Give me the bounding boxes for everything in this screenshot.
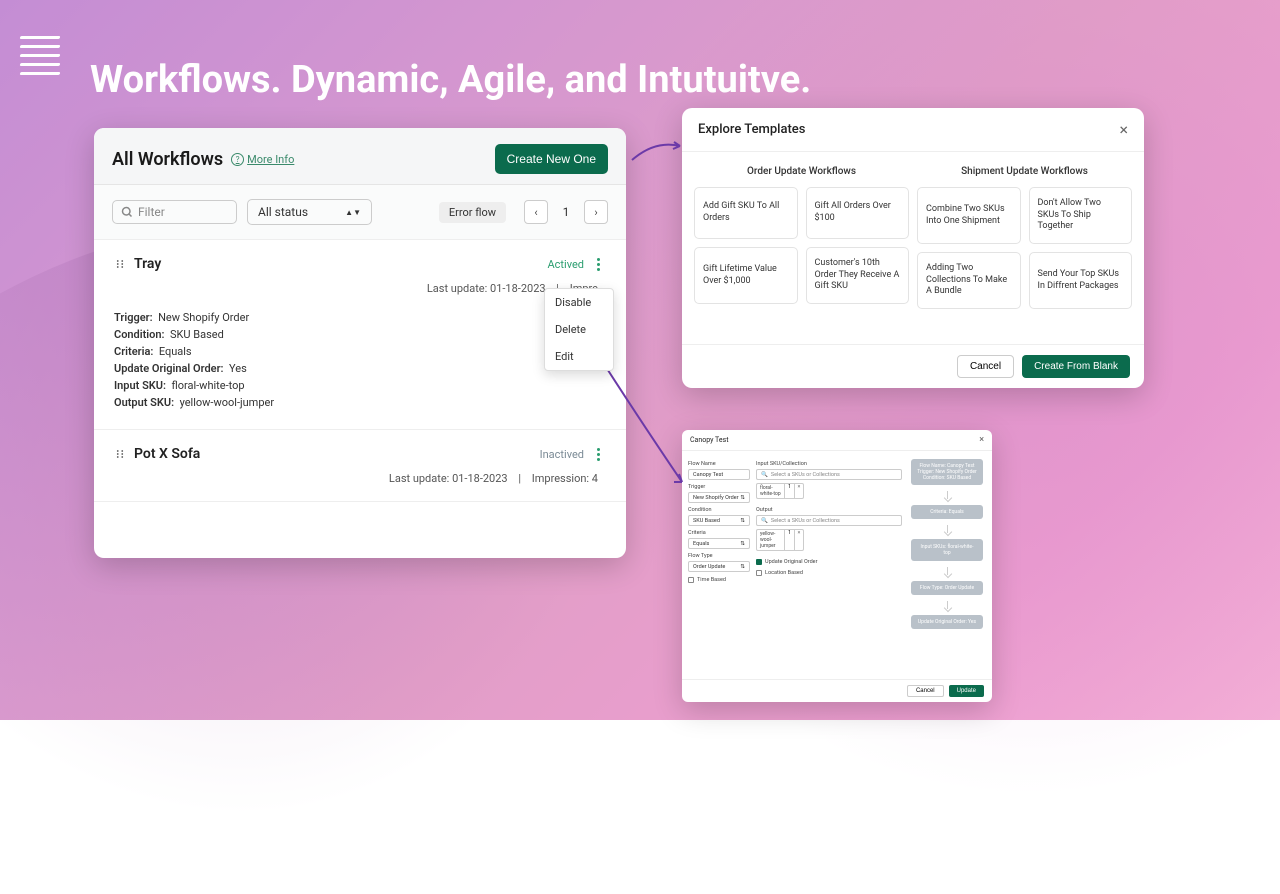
template-card[interactable]: Adding Two Collections To Make A Bundle xyxy=(917,252,1021,309)
update-original-checkbox[interactable]: Update Original Order xyxy=(756,559,902,565)
cancel-button[interactable]: Cancel xyxy=(957,355,1014,378)
editor-title: Canopy Test xyxy=(690,436,728,444)
card-menu-popup: Disable Delete Edit xyxy=(544,288,614,371)
workflow-diagram: Flow Name: Canopy Test Trigger: New Shop… xyxy=(908,457,986,673)
status-badge: Actived xyxy=(547,258,584,271)
workflow-card-potxsofa: Pot X Sofa Inactived Last update: 01-18-… xyxy=(94,430,626,502)
qty-stepper[interactable]: 1 xyxy=(785,530,795,550)
menu-disable[interactable]: Disable xyxy=(545,289,613,316)
next-page-button[interactable]: › xyxy=(584,200,608,224)
criteria-select[interactable]: Equals⇅ xyxy=(688,538,750,549)
condition-select[interactable]: SKU Based⇅ xyxy=(688,515,750,526)
template-card[interactable]: Add Gift SKU To All Orders xyxy=(694,187,798,239)
create-new-button[interactable]: Create New One xyxy=(495,144,608,174)
close-icon[interactable]: × xyxy=(979,435,984,445)
workflows-panel: All Workflows More Info Create New One F… xyxy=(94,128,626,558)
create-from-blank-button[interactable]: Create From Blank xyxy=(1022,355,1130,378)
template-card[interactable]: Customer's 10th Order They Receive A Gif… xyxy=(806,247,910,304)
output-sku-tag: yellow-wool-jumper 1 × xyxy=(756,529,804,551)
output-sku-search[interactable]: 🔍 Select a SKUs or Collections xyxy=(756,515,902,526)
modal-title: Explore Templates xyxy=(698,122,805,137)
card-menu-button[interactable] xyxy=(590,446,606,462)
last-update: Last update: 01-18-2023 xyxy=(389,472,508,485)
impression: Impression: 4 xyxy=(532,472,598,485)
more-info-link[interactable]: More Info xyxy=(231,153,294,166)
trigger-select[interactable]: New Shopify Order⇅ xyxy=(688,492,750,503)
menu-delete[interactable]: Delete xyxy=(545,316,613,343)
explore-templates-modal: Explore Templates × Order Update Workflo… xyxy=(682,108,1144,388)
error-flow-button[interactable]: Error flow xyxy=(439,202,506,223)
filter-input[interactable]: Filter xyxy=(112,200,237,224)
input-sku-search[interactable]: 🔍 Select a SKUs or Collections xyxy=(756,469,902,480)
decorative-lines xyxy=(20,30,60,81)
timebased-checkbox[interactable]: Time Based xyxy=(688,577,750,583)
flowtype-select[interactable]: Order Update⇅ xyxy=(688,561,750,572)
workflow-name: Pot X Sofa xyxy=(134,446,200,462)
workflow-editor-modal: Canopy Test × Flow Name Canopy Test Trig… xyxy=(682,430,992,702)
hero-title: Workflows. Dynamic, Agile, and Intutuitv… xyxy=(90,58,811,102)
page-number: 1 xyxy=(554,200,578,224)
input-sku-tag: floral-white-top 1 × xyxy=(756,483,804,499)
remove-tag-icon[interactable]: × xyxy=(795,484,803,498)
workflows-title: All Workflows xyxy=(112,149,223,170)
location-based-checkbox[interactable]: Location Based xyxy=(756,570,902,576)
template-card[interactable]: Send Your Top SKUs In Diffrent Packages xyxy=(1029,252,1133,309)
cancel-button[interactable]: Cancel xyxy=(907,685,944,697)
qty-stepper[interactable]: 1 xyxy=(785,484,795,498)
status-badge: Inactived xyxy=(540,448,584,461)
workflow-card-tray: Tray Actived Last update: 01-18-2023 | I… xyxy=(94,240,626,430)
update-button[interactable]: Update xyxy=(949,685,984,697)
status-select[interactable]: All status▲▼ xyxy=(247,199,372,225)
col1-title: Order Update Workflows xyxy=(694,166,909,177)
template-card[interactable]: Don't Allow Two SKUs To Ship Together xyxy=(1029,187,1133,244)
col2-title: Shipment Update Workflows xyxy=(917,166,1132,177)
flow-name-input[interactable]: Canopy Test xyxy=(688,469,750,480)
remove-tag-icon[interactable]: × xyxy=(795,530,803,550)
close-icon[interactable]: × xyxy=(1119,120,1128,139)
prev-page-button[interactable]: ‹ xyxy=(524,200,548,224)
last-update: Last update: 01-18-2023 xyxy=(427,282,546,295)
drag-icon[interactable] xyxy=(114,258,126,270)
template-card[interactable]: Gift Lifetime Value Over $1,000 xyxy=(694,247,798,304)
card-menu-button[interactable] xyxy=(590,256,606,272)
template-card[interactable]: Combine Two SKUs Into One Shipment xyxy=(917,187,1021,244)
workflow-name: Tray xyxy=(134,256,161,272)
template-card[interactable]: Gift All Orders Over $100 xyxy=(806,187,910,239)
menu-edit[interactable]: Edit xyxy=(545,343,613,370)
drag-icon[interactable] xyxy=(114,448,126,460)
search-icon xyxy=(121,206,133,218)
